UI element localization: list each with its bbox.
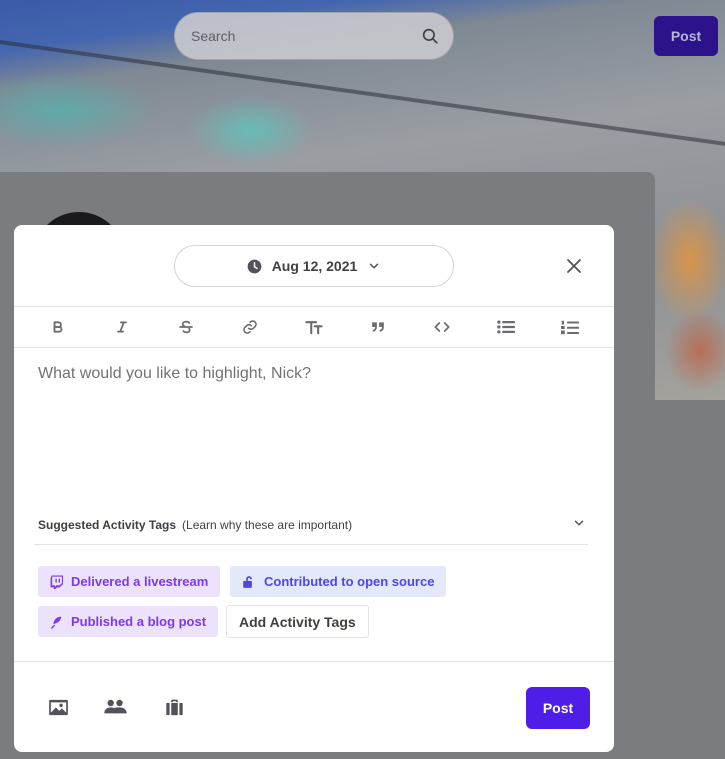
create-post-modal: Aug 12, 2021 What would you like to high… [14,225,614,752]
close-icon [565,257,583,275]
post-editor[interactable]: What would you like to highlight, Nick? [38,365,590,485]
briefcase-icon [165,698,184,716]
search-bar[interactable]: Search [174,12,454,60]
quote-icon [371,321,385,333]
chevron-down-icon [572,516,586,530]
bold-button[interactable] [26,307,90,348]
formatting-toolbar [14,307,614,348]
image-icon [48,699,69,716]
twitch-icon [50,575,63,589]
add-activity-tags-button[interactable]: Add Activity Tags [226,605,369,638]
search-icon[interactable] [421,27,439,45]
tag-label: Delivered a livestream [71,574,209,589]
add-project-button[interactable] [162,696,186,718]
code-button[interactable] [410,307,474,348]
strikethrough-icon [178,319,194,335]
unlock-icon [242,575,256,589]
code-icon [434,321,450,333]
link-button[interactable] [218,307,282,348]
learn-why-link[interactable]: (Learn why these are important) [182,518,352,532]
people-icon [103,699,127,715]
suggested-tags-title: Suggested Activity Tags [38,517,177,532]
clock-icon [247,259,262,274]
italic-icon [115,320,129,334]
date-picker-button[interactable]: Aug 12, 2021 [174,245,454,287]
tag-people-button[interactable] [102,696,128,718]
tag-label: Contributed to open source [264,574,435,589]
chevron-down-icon [367,259,381,273]
heading-button[interactable] [282,307,346,348]
close-button[interactable] [561,253,587,279]
search-input[interactable]: Search [191,28,421,44]
tag-label: Published a blog post [71,614,207,629]
strikethrough-button[interactable] [154,307,218,348]
bulleted-list-icon [497,320,515,334]
link-icon [242,319,258,335]
page-background [655,400,725,759]
tags-expand-button[interactable] [572,516,586,530]
feather-icon [50,615,63,629]
bold-icon [51,320,65,334]
post-button[interactable]: Post [526,687,590,729]
quote-button[interactable] [346,307,410,348]
modal-header: Aug 12, 2021 [14,225,614,307]
numbered-list-icon [561,320,579,335]
header-post-button[interactable]: Post [654,16,718,56]
suggested-tags-header[interactable]: Suggested Activity Tags (Learn why these… [34,505,588,545]
add-tags-label: Add Activity Tags [239,613,356,630]
modal-footer: Post [14,661,614,752]
tag-contributed-open-source[interactable]: Contributed to open source [230,566,447,597]
text-size-icon [305,319,323,335]
editor-placeholder: What would you like to highlight, Nick? [38,365,312,382]
add-image-button[interactable] [46,696,70,718]
date-label: Aug 12, 2021 [271,258,358,274]
tag-published-blog-post[interactable]: Published a blog post [38,606,219,637]
tag-delivered-livestream[interactable]: Delivered a livestream [38,566,221,597]
italic-button[interactable] [90,307,154,348]
bulleted-list-button[interactable] [474,307,538,348]
numbered-list-button[interactable] [538,307,602,348]
